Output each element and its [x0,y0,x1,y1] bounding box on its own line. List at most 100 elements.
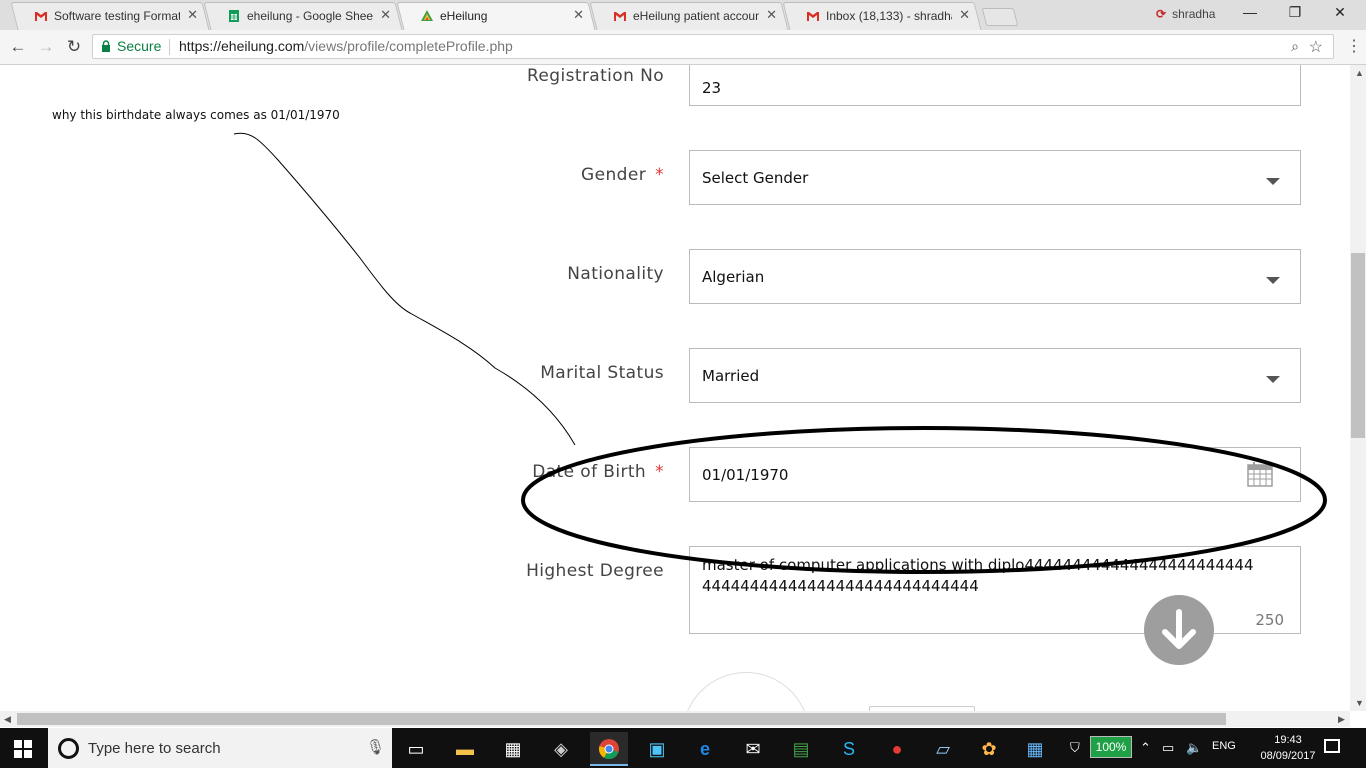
tab-google-sheets[interactable]: eheilung - Google Sheets ✕ [203,2,403,30]
chevron-down-icon [1266,178,1280,185]
zoom-icon[interactable]: ⌕ [1291,38,1299,55]
clock[interactable]: 19:43 08/09/2017 [1260,732,1316,764]
omnibox-divider [169,39,170,55]
store-icon[interactable]: ▦ [494,732,532,766]
url-path: /views/profile/completeProfile.php [304,38,513,54]
cortana-icon [58,738,79,759]
vertical-scroll-thumb[interactable] [1351,253,1365,438]
tab-software-testing[interactable]: Software testing Format ✕ [10,2,210,30]
date-of-birth-field[interactable]: 01/01/1970 [689,447,1301,502]
close-window-button[interactable]: ✕ [1325,4,1355,21]
scroll-down-button[interactable] [1144,595,1214,665]
forward-arrow-icon[interactable]: → [36,37,56,57]
address-bar[interactable]: Secure https://eheilung.com/views/profil… [92,34,1334,59]
marital-status-select[interactable]: Married [689,348,1301,403]
scroll-up-icon[interactable]: ▲ [1355,68,1364,78]
restore-button[interactable]: ❐ [1280,4,1310,21]
registration-label: Registration No [527,66,664,86]
profile-button[interactable]: ⟳ shradha [1156,7,1215,21]
skype-icon[interactable]: S [830,732,868,766]
close-icon[interactable]: ✕ [187,7,198,23]
close-icon[interactable]: ✕ [380,7,391,23]
degree-label: Highest Degree [526,561,664,581]
battery-indicator[interactable]: 100% [1090,736,1132,758]
new-tab-button[interactable] [981,8,1019,26]
url-origin: https://eheilung.com [179,38,305,54]
paint-icon[interactable]: ✿ [970,732,1008,766]
power-icon[interactable]: ▭ [1162,740,1174,756]
page-content: why this birthdate always comes as 01/01… [0,65,1350,711]
task-view-icon[interactable]: ▭ [397,732,435,766]
language-indicator[interactable]: ENG [1212,740,1236,752]
security-icon[interactable]: ◈ [542,732,580,766]
nationality-label: Nationality [567,264,664,284]
chrome-icon[interactable] [590,732,628,766]
degree-label-text: Highest Degree [526,561,664,581]
search-placeholder: Type here to search [88,740,221,757]
lenovo-icon[interactable]: ▣ [638,732,676,766]
dob-label-text: Date of Birth [532,462,647,482]
calendar-icon[interactable] [1246,460,1274,488]
minimize-button[interactable]: — [1235,4,1265,20]
network-icon[interactable]: ▦ [1016,732,1054,766]
browser-toolbar: ← → ↻ Secure https://eheilung.com/views/… [0,30,1366,65]
reload-icon[interactable]: ↻ [64,37,84,57]
menu-kebab-icon[interactable]: ⋮ [1346,36,1362,56]
tab-inbox[interactable]: Inbox (18,133) - shradha ✕ [782,2,982,30]
notification-icon[interactable] [1324,739,1340,753]
file-explorer-icon[interactable]: ▬ [446,732,484,766]
close-icon[interactable]: ✕ [573,7,584,23]
excel-icon[interactable]: ▤ [782,732,820,766]
nationality-label-text: Nationality [567,264,664,284]
windows-start-icon[interactable] [14,740,32,758]
url-text[interactable]: https://eheilung.com/views/profile/compl… [179,38,513,54]
chevron-up-icon[interactable]: ⌃ [1140,740,1151,756]
sheets-icon [229,10,239,22]
eheilung-icon [421,10,433,21]
registration-field[interactable]: 23 [689,65,1301,106]
chrome-logo-icon [599,739,619,760]
close-icon[interactable]: ✕ [959,7,970,23]
registration-label-text: Registration No [526,66,664,86]
gender-label-text: Gender [581,165,647,185]
bookmark-star-icon[interactable]: ☆ [1309,37,1323,57]
notes-icon[interactable]: ▱ [924,732,962,766]
required-mark: * [655,462,664,482]
gender-select[interactable]: Select Gender [689,150,1301,205]
dob-label: Date of Birth * [532,462,664,482]
profile-photo-placeholder[interactable] [682,672,810,711]
windows-taskbar: Type here to search 🎙 ▭ ▬ ▦ ◈ ▣ e ✉ ▤ S … [0,728,1366,768]
taskbar-search[interactable]: Type here to search 🎙 [48,728,392,768]
marital-value: Married [702,367,760,385]
scroll-left-icon[interactable]: ◀ [4,714,11,725]
back-arrow-icon[interactable]: ← [8,37,28,57]
marital-label: Marital Status [540,363,664,383]
scroll-down-icon[interactable]: ▼ [1355,698,1364,708]
dob-value: 01/01/1970 [702,466,789,484]
horizontal-scroll-thumb[interactable] [17,713,1226,725]
volume-icon[interactable]: 🔈 [1186,740,1202,756]
close-icon[interactable]: ✕ [766,7,777,23]
browser-tab-strip: Software testing Format ✕ eheilung - Goo… [0,0,1366,30]
gender-label: Gender * [581,165,664,185]
profile-icon: ⟳ [1156,7,1167,21]
marital-label-text: Marital Status [540,363,664,383]
edge-icon[interactable]: e [686,732,724,766]
gmail-icon [35,12,47,21]
registration-value: 23 [702,79,722,97]
arrow-down-icon [1162,609,1196,649]
scroll-right-icon[interactable]: ▶ [1338,714,1345,725]
secure-label: Secure [117,38,162,54]
tab-title: eheilung - Google Sheets [247,9,373,23]
microphone-icon[interactable]: 🎙 [366,738,385,756]
tab-eheilung[interactable]: eHeilung ✕ [396,2,596,30]
tab-patient-account[interactable]: eHeilung patient account ✕ [589,2,789,30]
mail-alert-icon[interactable]: ● [878,732,916,766]
mail-icon[interactable]: ✉ [734,732,772,766]
shield-check-icon[interactable]: ⛉ [1070,740,1080,756]
gmail-icon [807,12,819,21]
nationality-select[interactable]: Algerian [689,249,1301,304]
clock-date: 08/09/2017 [1260,750,1316,762]
chevron-down-icon [1266,277,1280,284]
required-mark: * [655,165,664,185]
